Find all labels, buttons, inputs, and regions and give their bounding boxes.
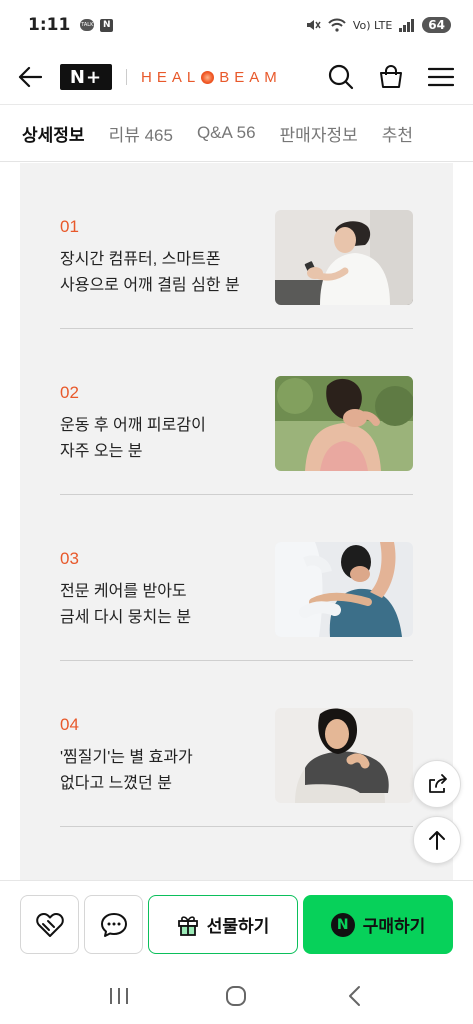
woman-using-smartphone-image <box>275 210 413 305</box>
chat-button[interactable] <box>84 895 143 954</box>
item-number: 04 <box>60 715 79 734</box>
item-description: '찜질기'는 별 효과가 없다고 느꼈던 분 <box>60 749 193 792</box>
product-detail-content: 01 장시간 컴퓨터, 스마트폰 사용으로 어깨 결림 심한 분 02 운동 후… <box>20 163 453 880</box>
brand-logo[interactable]: HEAL BEAM <box>141 69 282 86</box>
gift-button-label: 선물하기 <box>206 917 270 937</box>
home-icon <box>226 986 247 1006</box>
wifi-icon <box>328 18 346 32</box>
battery-indicator: 64 <box>422 17 451 33</box>
brand-name-left: HEAL <box>141 68 201 86</box>
brand-name-right: BEAM <box>219 68 282 86</box>
divider <box>126 69 127 85</box>
item-number: 03 <box>60 549 79 568</box>
wishlist-button[interactable] <box>20 895 79 954</box>
item-image <box>275 210 413 305</box>
home-button[interactable] <box>216 976 256 1016</box>
item-description: 운동 후 어깨 피로감이 자주 오는 분 <box>60 417 206 460</box>
chevron-left-icon <box>349 986 361 1006</box>
buy-button-label: 구매하기 <box>362 917 426 937</box>
status-time: 1:11 <box>28 15 71 35</box>
tab-seller-info[interactable]: 판매자정보 <box>280 105 358 161</box>
item-description: 전문 케어를 받아도 금세 다시 뭉치는 분 <box>60 583 192 626</box>
buy-button[interactable]: N 구매하기 <box>303 895 453 954</box>
npay-icon: N <box>330 912 355 937</box>
hamburger-menu-icon <box>428 67 454 87</box>
item-number: 02 <box>60 383 79 402</box>
arrow-left-icon <box>18 66 42 88</box>
brand-dot-icon <box>201 70 215 84</box>
chat-bubble-icon <box>100 912 127 937</box>
item-description: 장시간 컴퓨터, 스마트폰 사용으로 어깨 결림 심한 분 <box>60 251 240 294</box>
mute-icon <box>306 20 321 30</box>
shopping-bag-icon <box>380 65 402 88</box>
recent-apps-button[interactable] <box>99 976 139 1016</box>
product-tabs: 상세정보 리뷰 465 Q&A 56 판매자정보 추천 <box>0 104 473 162</box>
tab-reviews[interactable]: 리뷰 465 <box>109 105 173 161</box>
item-number: 01 <box>60 217 79 236</box>
search-button[interactable] <box>327 63 355 91</box>
network-type: Vo) LTE <box>352 18 393 32</box>
system-navigation-bar <box>0 968 473 1024</box>
gift-button[interactable]: 선물하기 <box>148 895 298 954</box>
therapist-treating-shoulder-image <box>275 542 413 637</box>
menu-button[interactable] <box>427 63 455 91</box>
bottom-action-bar: 선물하기 N 구매하기 <box>0 880 473 968</box>
kakaotalk-notification-icon: TALK <box>80 19 95 31</box>
arrow-up-icon <box>429 831 445 850</box>
header: N+ HEAL BEAM <box>0 50 473 104</box>
cart-button[interactable] <box>377 63 405 91</box>
woman-with-heating-pad-image <box>275 708 413 803</box>
item-image <box>275 542 413 637</box>
status-bar: 1:11 TALK N Vo) LTE 64 <box>0 0 473 50</box>
recent-apps-icon <box>109 988 128 1004</box>
heart-icon <box>35 912 64 937</box>
naver-plus-logo[interactable]: N+ <box>60 64 112 90</box>
gift-icon <box>177 915 198 936</box>
list-item: 02 운동 후 어깨 피로감이 자주 오는 분 <box>60 329 413 495</box>
share-button[interactable] <box>413 760 461 808</box>
scroll-to-top-button[interactable] <box>413 816 461 864</box>
tab-qna[interactable]: Q&A 56 <box>197 105 256 161</box>
tab-recommend[interactable]: 추천 <box>382 105 413 161</box>
share-icon <box>429 774 447 793</box>
item-image <box>275 376 413 471</box>
list-item: 01 장시간 컴퓨터, 스마트폰 사용으로 어깨 결림 심한 분 <box>60 163 413 329</box>
woman-rubbing-shoulder-image <box>275 376 413 471</box>
system-back-button[interactable] <box>334 976 374 1016</box>
item-image <box>275 708 413 803</box>
search-icon <box>328 64 354 90</box>
list-item: 04 '찜질기'는 별 효과가 없다고 느꼈던 분 <box>60 661 413 827</box>
tab-details[interactable]: 상세정보 <box>22 105 85 161</box>
list-item: 03 전문 케어를 받아도 금세 다시 뭉치는 분 <box>60 495 413 661</box>
signal-icon <box>399 19 415 32</box>
back-button[interactable] <box>18 65 42 89</box>
naver-notification-icon: N <box>100 18 114 32</box>
